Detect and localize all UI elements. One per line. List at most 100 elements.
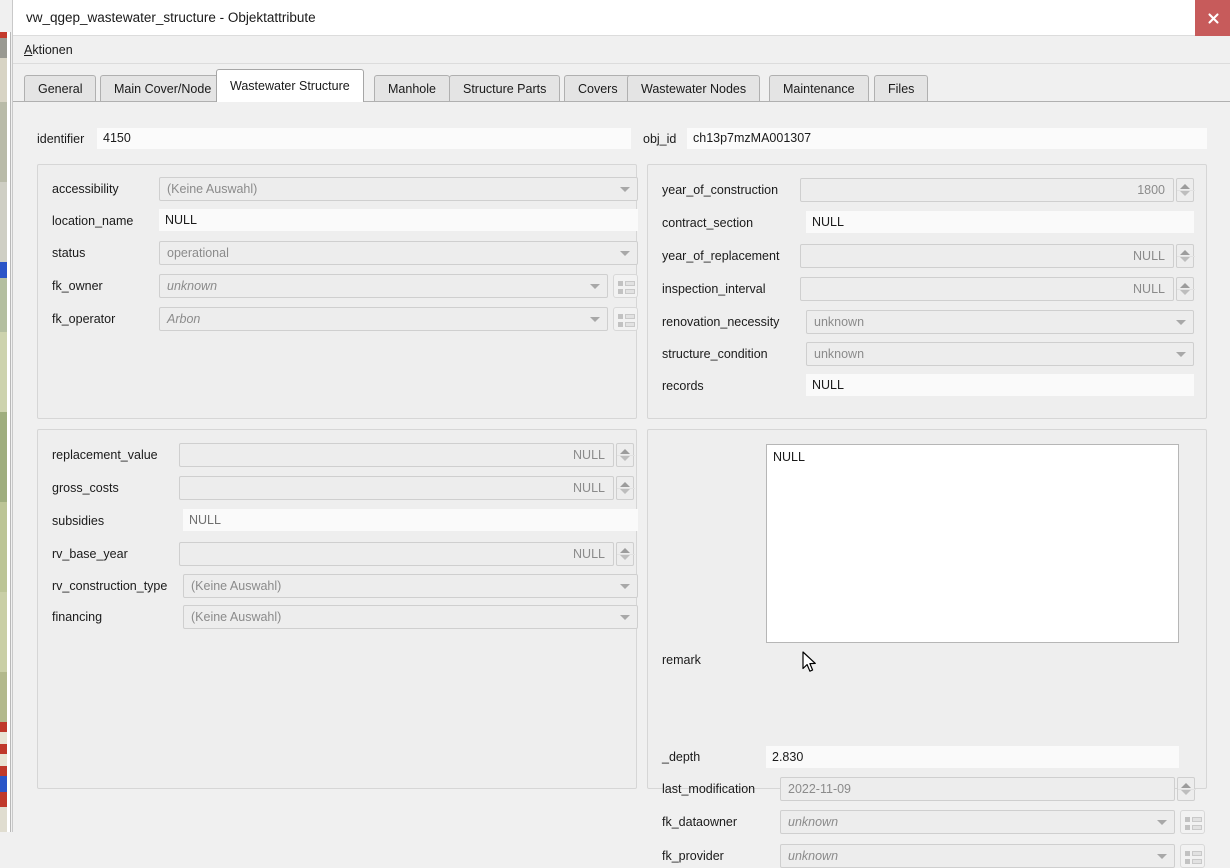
remark-textarea[interactable]: NULL — [766, 444, 1179, 643]
tab-structure-parts[interactable]: Structure Parts — [449, 75, 561, 102]
group-left-top: accessibility (Keine Auswahl) location_n… — [37, 164, 638, 419]
fk-operator-open-form-button[interactable] — [613, 307, 638, 331]
form-view-icon — [618, 313, 635, 319]
row-fk-operator: fk_operator Arbon — [52, 307, 638, 331]
stepper-down-icon[interactable] — [1180, 290, 1190, 295]
location-name-input[interactable]: NULL — [159, 209, 638, 231]
rv-base-year-label: rv_base_year — [52, 547, 128, 561]
status-value: operational — [167, 246, 229, 260]
rv-base-year-input[interactable]: NULL — [179, 542, 614, 566]
row-financing: financing (Keine Auswahl) — [52, 605, 638, 629]
attribute-form-window: vw_qgep_wastewater_structure - Objektatt… — [12, 0, 1230, 868]
chevron-down-icon — [620, 584, 630, 589]
identifier-field: identifier 4150 — [37, 128, 637, 149]
year-of-construction-input[interactable]: 1800 — [800, 178, 1174, 202]
accessibility-combobox[interactable]: (Keine Auswahl) — [159, 177, 638, 201]
inspection-interval-stepper[interactable] — [1176, 277, 1195, 301]
chevron-down-icon — [1157, 854, 1167, 859]
window-title: vw_qgep_wastewater_structure - Objektatt… — [26, 10, 316, 25]
stepper-up-icon[interactable] — [620, 548, 630, 553]
tab-maintenance[interactable]: Maintenance — [769, 75, 869, 102]
renovation-necessity-label: renovation_necessity — [662, 315, 780, 329]
group-right-bottom: remark NULL _depth 2.830 last_modificati… — [647, 429, 1207, 868]
fk-dataowner-label: fk_dataowner — [662, 815, 738, 829]
status-combobox[interactable]: operational — [159, 241, 638, 265]
row-subsidies: subsidies NULL — [52, 509, 638, 533]
accessibility-label: accessibility — [52, 182, 119, 196]
year-of-construction-stepper[interactable] — [1176, 178, 1195, 202]
fk-dataowner-value: unknown — [788, 815, 839, 829]
tab-main-cover-node[interactable]: Main Cover/Node — [100, 75, 226, 102]
stepper-down-icon[interactable] — [1180, 257, 1190, 262]
form-view-icon-row2 — [1185, 858, 1202, 864]
row-fk-dataowner: fk_dataowner unknown — [662, 810, 1205, 834]
tabpage-wastewater-structure: identifier 4150 obj_id ch13p7mzMA001307 … — [13, 102, 1230, 868]
stepper-up-icon[interactable] — [1180, 283, 1190, 288]
financing-value: (Keine Auswahl) — [191, 610, 282, 624]
stepper-down-icon[interactable] — [620, 456, 630, 461]
rv-construction-type-combobox[interactable]: (Keine Auswahl) — [183, 574, 638, 598]
stepper-up-icon[interactable] — [620, 482, 630, 487]
gross-costs-stepper[interactable] — [616, 476, 635, 500]
obj-id-value[interactable]: ch13p7mzMA001307 — [687, 128, 1207, 149]
subsidies-input[interactable]: NULL — [183, 509, 638, 531]
renovation-necessity-value: unknown — [814, 315, 865, 329]
stepper-up-icon[interactable] — [620, 449, 630, 454]
tab-general[interactable]: General — [24, 75, 97, 102]
window-left-edge — [7, 32, 11, 832]
year-of-replacement-stepper[interactable] — [1176, 244, 1195, 268]
menu-item-aktionen[interactable]: Aktionen — [15, 40, 82, 60]
tab-wastewater-nodes[interactable]: Wastewater Nodes — [627, 75, 761, 102]
stepper-up-icon[interactable] — [1180, 250, 1190, 255]
last-modification-input[interactable]: 2022-11-09 — [780, 777, 1175, 801]
stepper-up-icon[interactable] — [1180, 184, 1190, 189]
records-input[interactable]: NULL — [806, 374, 1194, 396]
location-name-label: location_name — [52, 214, 134, 228]
year-of-replacement-input[interactable]: NULL — [800, 244, 1174, 268]
form-view-icon — [1185, 816, 1202, 822]
fk-operator-combobox[interactable]: Arbon — [159, 307, 608, 331]
stepper-down-icon[interactable] — [1181, 790, 1191, 795]
tab-manhole[interactable]: Manhole — [374, 75, 450, 102]
identifier-value[interactable]: 4150 — [97, 128, 631, 149]
rv-construction-type-label: rv_construction_type — [52, 579, 168, 593]
tab-wastewater-structure[interactable]: Wastewater Structure — [216, 69, 364, 102]
rv-base-year-stepper[interactable] — [616, 542, 635, 566]
renovation-necessity-combobox[interactable]: unknown — [806, 310, 1194, 334]
inspection-interval-input[interactable]: NULL — [800, 277, 1174, 301]
fk-provider-value: unknown — [788, 849, 839, 863]
fk-dataowner-open-form-button[interactable] — [1180, 810, 1205, 834]
replacement-value-stepper[interactable] — [616, 443, 635, 467]
financing-combobox[interactable]: (Keine Auswahl) — [183, 605, 638, 629]
form-view-icon-row2 — [618, 321, 635, 327]
gross-costs-input[interactable]: NULL — [179, 476, 614, 500]
stepper-down-icon[interactable] — [620, 489, 630, 494]
fk-owner-label: fk_owner — [52, 279, 103, 293]
close-button[interactable] — [1195, 0, 1230, 36]
structure-condition-combobox[interactable]: unknown — [806, 342, 1194, 366]
row-location-name: location_name NULL — [52, 209, 638, 233]
row-inspection-interval: inspection_interval NULL — [662, 277, 1195, 301]
chevron-down-icon — [620, 251, 630, 256]
fk-dataowner-combobox[interactable]: unknown — [780, 810, 1175, 834]
tab-files[interactable]: Files — [874, 75, 929, 102]
contract-section-input[interactable]: NULL — [806, 211, 1194, 233]
depth-value[interactable]: 2.830 — [766, 746, 1179, 768]
stepper-down-icon[interactable] — [620, 555, 630, 560]
row-year-of-construction: year_of_construction 1800 — [662, 178, 1195, 202]
obj-id-field: obj_id ch13p7mzMA001307 — [643, 128, 1207, 149]
replacement-value-input[interactable]: NULL — [179, 443, 614, 467]
last-modification-stepper[interactable] — [1177, 777, 1196, 801]
row-gross-costs: gross_costs NULL — [52, 476, 635, 500]
structure-condition-value: unknown — [814, 347, 865, 361]
fk-owner-combobox[interactable]: unknown — [159, 274, 608, 298]
fk-provider-combobox[interactable]: unknown — [780, 844, 1175, 868]
chevron-down-icon — [1157, 820, 1167, 825]
stepper-up-icon[interactable] — [1181, 783, 1191, 788]
chevron-down-icon — [590, 317, 600, 322]
tab-covers[interactable]: Covers — [564, 75, 632, 102]
fk-owner-open-form-button[interactable] — [613, 274, 638, 298]
close-icon — [1207, 12, 1219, 24]
stepper-down-icon[interactable] — [1180, 191, 1190, 196]
fk-provider-open-form-button[interactable] — [1180, 844, 1205, 868]
